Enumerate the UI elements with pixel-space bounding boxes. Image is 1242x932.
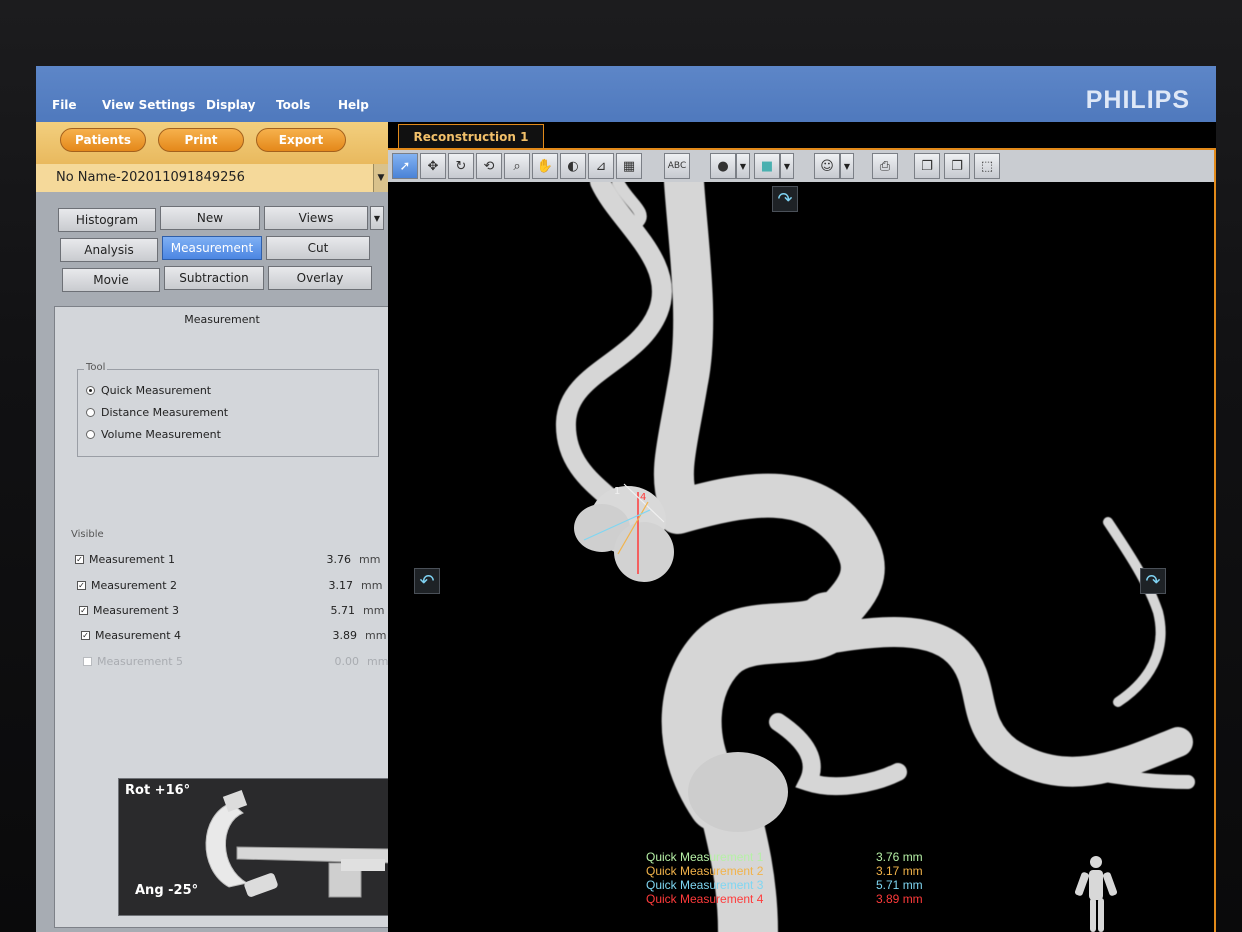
brand-logo: PHILIPS <box>1085 86 1190 114</box>
views-dropdown-icon[interactable]: ▼ <box>370 206 384 230</box>
study-selector[interactable]: No Name-202011091849256 ▼ <box>36 164 388 192</box>
quick-measurement-radio[interactable]: Quick Measurement <box>86 384 211 397</box>
chevron-down-icon[interactable]: ▼ <box>840 153 854 179</box>
layout-2-icon[interactable]: ❐ <box>944 153 970 179</box>
marker-label: 1 <box>614 486 620 497</box>
color-swatch-icon[interactable]: ■ <box>754 153 780 179</box>
measurement-row[interactable]: ✓ Measurement 3 5.71 mm <box>79 604 384 617</box>
menu-bar: File View Settings Display Tools Help PH… <box>36 66 1216 122</box>
measurement-row-disabled: Measurement 5 0.00 mm <box>83 655 388 668</box>
new-button[interactable]: New <box>160 206 260 230</box>
export-button[interactable]: Export <box>256 128 346 152</box>
radio-selected-icon <box>86 386 95 395</box>
menu-tools[interactable]: Tools <box>276 98 310 112</box>
measurement-row[interactable]: ✓ Measurement 1 3.76 mm <box>75 553 380 566</box>
tool-group: Tool Quick Measurement Distance Measurem… <box>77 362 379 457</box>
menu-view-settings[interactable]: View Settings <box>102 98 195 112</box>
checkbox-checked-icon[interactable]: ✓ <box>75 555 84 564</box>
application-window: File View Settings Display Tools Help PH… <box>36 66 1216 932</box>
measurement-row[interactable]: ✓ Measurement 4 3.89 mm <box>81 629 386 642</box>
viewport-border <box>1214 148 1216 932</box>
reconstruction-viewport: Reconstruction 1 ➚ ✥ ↻ ⟲ ⌕ ✋ ◐ ⊿ ▦ ABC ●… <box>388 122 1216 932</box>
vessel-render[interactable]: 1 4 ↷ ↶ ↷ Quick Measurement 1 Quick Meas… <box>388 182 1216 932</box>
overlay-button[interactable]: Overlay <box>268 266 372 290</box>
human-orientation-icon <box>1074 856 1118 932</box>
viewport-toolbar: ➚ ✥ ↻ ⟲ ⌕ ✋ ◐ ⊿ ▦ ABC ● ▼ ■ ▼ ☺ ▼ ⎙ ❐ ❐ … <box>388 148 1216 184</box>
patients-button[interactable]: Patients <box>60 128 146 152</box>
c-arm-icon <box>205 790 394 898</box>
marker-label: 4 <box>640 492 646 503</box>
zoom-icon[interactable]: ⌕ <box>504 153 530 179</box>
chevron-down-icon[interactable]: ▼ <box>736 153 750 179</box>
radio-icon <box>86 430 95 439</box>
legend-name: Quick Measurement 4 <box>646 892 764 906</box>
legend-value: 5.71 mm <box>876 878 923 892</box>
menu-display[interactable]: Display <box>206 98 255 112</box>
checkbox-checked-icon[interactable]: ✓ <box>81 631 90 640</box>
patient-face-icon[interactable]: ☺ <box>814 153 840 179</box>
checkbox-checked-icon[interactable]: ✓ <box>79 606 88 615</box>
film-icon[interactable]: ▦ <box>616 153 642 179</box>
rotate-left-icon[interactable]: ↶ <box>414 568 440 594</box>
text-annotation-button[interactable]: ABC <box>664 153 690 179</box>
print-button[interactable]: Print <box>158 128 244 152</box>
menu-help[interactable]: Help <box>338 98 369 112</box>
cube-icon[interactable]: ⬚ <box>974 153 1000 179</box>
legend-name: Quick Measurement 3 <box>646 878 764 892</box>
hand-icon[interactable]: ✋ <box>532 153 558 179</box>
measurement-row[interactable]: ✓ Measurement 2 3.17 mm <box>77 579 382 592</box>
study-name: No Name-202011091849256 <box>56 170 245 185</box>
measurement-button[interactable]: Measurement <box>162 236 262 260</box>
pan-rotate-icon[interactable]: ✥ <box>420 153 446 179</box>
left-panel: Patients Print Export No Name-2020110918… <box>36 122 402 932</box>
distance-measurement-radio[interactable]: Distance Measurement <box>86 406 228 419</box>
vessel-3d-image: 1 4 <box>556 182 1195 932</box>
subtraction-button[interactable]: Subtraction <box>164 266 264 290</box>
measurement-panel-title: Measurement <box>184 313 260 326</box>
tab-reconstruction-1[interactable]: Reconstruction 1 <box>398 124 544 148</box>
camera-icon[interactable]: ⎙ <box>872 153 898 179</box>
legend-value: 3.76 mm <box>876 850 923 864</box>
radio-icon <box>86 408 95 417</box>
checkbox-checked-icon[interactable]: ✓ <box>77 581 86 590</box>
legend-value: 3.89 mm <box>876 892 923 906</box>
spin-icon[interactable]: ⟲ <box>476 153 502 179</box>
analysis-button[interactable]: Analysis <box>60 238 158 262</box>
layout-1-icon[interactable]: ❐ <box>914 153 940 179</box>
movie-button[interactable]: Movie <box>62 268 160 292</box>
histogram-button[interactable]: Histogram <box>58 208 156 232</box>
visible-label: Visible <box>71 529 104 540</box>
checkbox-icon <box>83 657 92 666</box>
pointer-icon[interactable]: ➚ <box>392 153 418 179</box>
rotate-down-icon[interactable]: ↷ <box>772 186 798 212</box>
legend-name: Quick Measurement 1 <box>646 850 764 864</box>
menu-file[interactable]: File <box>52 98 77 112</box>
chevron-down-icon[interactable]: ▼ <box>373 164 388 192</box>
sphere-icon[interactable]: ● <box>710 153 736 179</box>
navigation-bar: Patients Print Export <box>36 122 388 164</box>
rotate-right-icon[interactable]: ↷ <box>1140 568 1166 594</box>
c-arm-orientation-view: Rot +16° Ang -25° <box>118 778 402 916</box>
legend-name: Quick Measurement 2 <box>646 864 764 878</box>
legend-value: 3.17 mm <box>876 864 923 878</box>
rotate-icon[interactable]: ↻ <box>448 153 474 179</box>
volume-measurement-radio[interactable]: Volume Measurement <box>86 428 221 441</box>
contrast-icon[interactable]: ◐ <box>560 153 586 179</box>
cut-button[interactable]: Cut <box>266 236 370 260</box>
views-button[interactable]: Views <box>264 206 368 230</box>
tool-group-label: Tool <box>84 362 108 373</box>
chevron-down-icon[interactable]: ▼ <box>780 153 794 179</box>
clip-icon[interactable]: ⊿ <box>588 153 614 179</box>
